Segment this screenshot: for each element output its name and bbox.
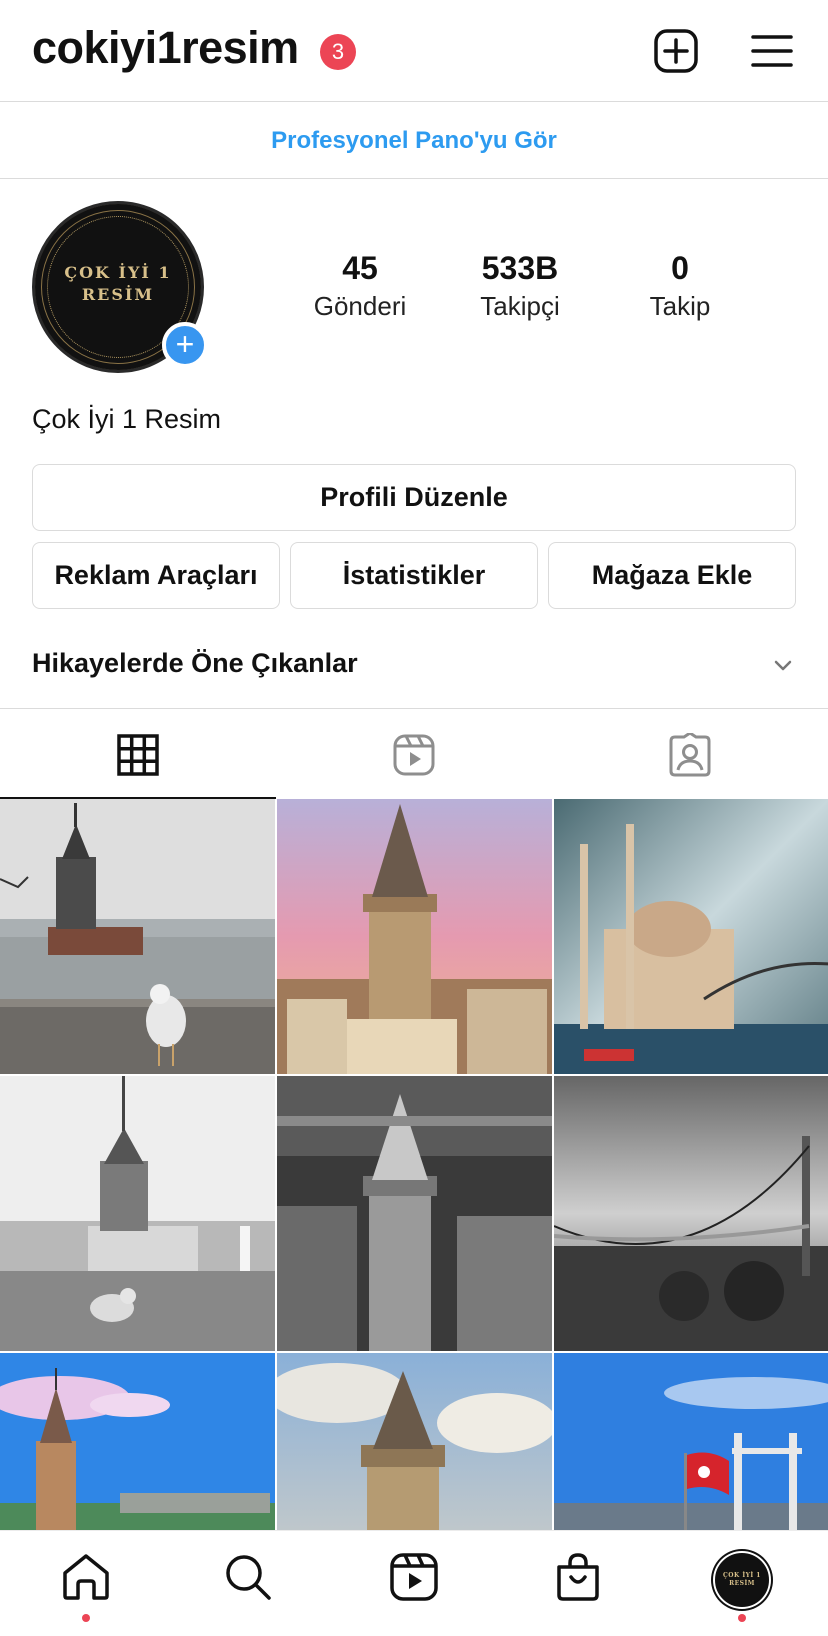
add-shop-button[interactable]: Mağaza Ekle [548,542,796,609]
post-tile-2[interactable] [277,799,552,1074]
post-image [0,1353,275,1530]
stat-followers-value: 533B [481,250,559,286]
stat-following-label: Takip [649,291,711,321]
hamburger-menu-icon[interactable] [749,28,795,74]
nav-profile-avatar[interactable]: ÇOK İYİ 1 RESİM [715,1553,769,1607]
stat-posts-label: Gönderi [313,291,407,321]
nav-avatar-line2: RESİM [729,1580,755,1587]
post-tile-6[interactable] [554,1076,828,1351]
bottom-navigation [0,1530,828,1636]
stat-followers[interactable]: 533B Takipçi [445,250,595,322]
top-header: cokiyi1resim 3 [0,0,828,102]
add-story-plus-icon[interactable]: + [162,322,208,368]
profile-display-name: Çok İyi 1 Resim [32,404,222,434]
nav-reels[interactable] [388,1551,440,1603]
post-tile-4[interactable] [0,1076,275,1351]
search-icon [226,1555,271,1600]
profile-notification-dot [738,1614,746,1622]
avatar-logo-line1: ÇOK İYİ 1 [64,263,172,282]
nav-shop[interactable] [552,1551,604,1603]
post-image [554,799,828,1074]
insights-button[interactable]: İstatistikler [290,542,538,609]
avatar-logo-line2: RESİM [81,285,155,304]
post-image [554,1353,828,1530]
reels-icon [393,734,435,776]
post-image [554,1076,828,1351]
stat-posts-value: 45 [342,250,378,286]
ad-tools-button[interactable]: Reklam Araçları [32,542,280,609]
grid-icon [117,734,159,776]
stat-following-value: 0 [671,250,689,286]
home-icon [63,1554,109,1600]
post-tile-1[interactable] [0,799,275,1074]
post-image [0,1076,275,1351]
stat-followers-label: Takipçi [480,291,560,321]
profile-content-tabs [0,708,828,799]
nav-search[interactable] [222,1551,274,1603]
avatar-logo-text: ÇOK İYİ 1 RESİM [35,262,201,306]
username-title[interactable]: cokiyi1resim [32,22,299,74]
tagged-icon [669,733,711,777]
nav-avatar-logo-text: ÇOK İYİ 1 RESİM [717,1572,767,1588]
post-tile-9[interactable] [554,1353,828,1530]
tab-tagged[interactable] [552,709,828,799]
professional-dashboard-link[interactable]: Profesyonel Pano'yu Gör [0,103,828,179]
post-image [277,799,552,1074]
post-tile-3[interactable] [554,799,828,1074]
post-image [277,1353,552,1530]
shop-icon [557,1553,599,1601]
plus-square-icon[interactable] [653,28,699,74]
stat-following[interactable]: 0 Takip [605,250,755,322]
post-image [277,1076,552,1351]
chevron-down-icon[interactable] [770,652,796,678]
stat-posts[interactable]: 45 Gönderi [285,250,435,322]
tab-reels[interactable] [276,709,552,799]
nav-avatar-line1: ÇOK İYİ 1 [723,1572,761,1579]
posts-grid [0,799,828,1530]
story-highlights-label[interactable]: Hikayelerde Öne Çıkanlar [32,648,358,679]
reels-icon [390,1553,438,1601]
edit-profile-button[interactable]: Profili Düzenle [32,464,796,531]
home-notification-dot [82,1614,90,1622]
nav-home[interactable] [60,1551,112,1603]
tab-posts-grid[interactable] [0,709,276,799]
post-image [0,799,275,1074]
post-tile-8[interactable] [277,1353,552,1530]
post-tile-7[interactable] [0,1353,275,1530]
post-tile-5[interactable] [277,1076,552,1351]
notification-badge[interactable]: 3 [320,34,356,70]
